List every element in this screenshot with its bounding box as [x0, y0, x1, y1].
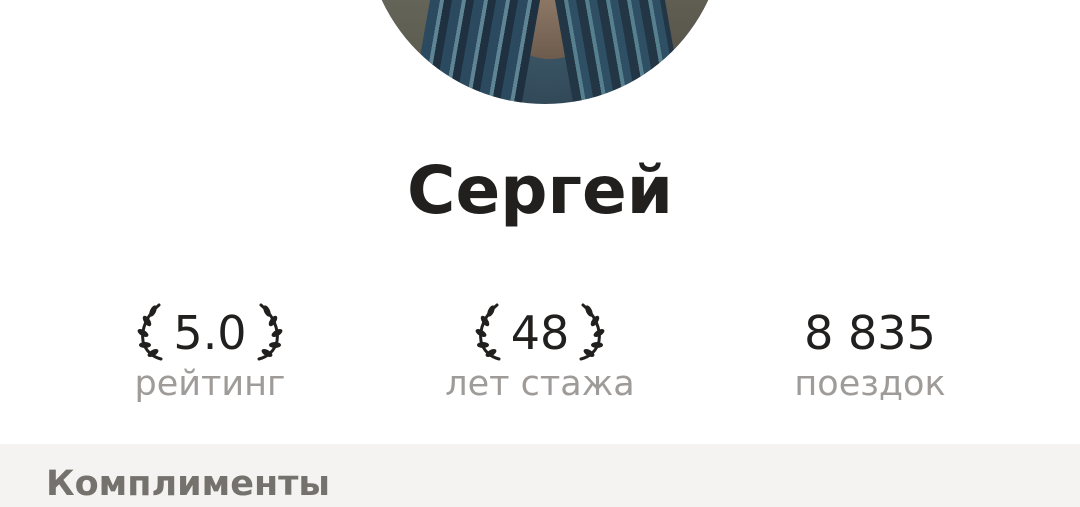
laurel-right-icon: [257, 303, 282, 361]
stat-experience: 48 лет стажа: [380, 290, 700, 404]
driver-avatar[interactable]: [365, 0, 725, 104]
laurel-right-icon: [579, 303, 605, 361]
stat-trips: 8 835 поездок: [710, 290, 1030, 404]
laurel-left-icon: [138, 303, 163, 361]
experience-label: лет стажа: [445, 364, 635, 404]
driver-name: Сергей: [407, 152, 673, 229]
trips-value: 8 835: [804, 306, 936, 360]
trips-label: поездок: [794, 364, 946, 404]
avatar-shirt-right: [553, 0, 687, 104]
rating-label: рейтинг: [134, 364, 286, 404]
experience-value: 48: [510, 306, 570, 360]
stat-rating: 5.0 рейтинг: [50, 290, 370, 404]
rating-value: 5.0: [173, 306, 247, 360]
compliments-title: Комплименты: [46, 464, 331, 504]
compliments-section: Комплименты: [0, 444, 1080, 507]
avatar-shirt-left: [408, 0, 542, 104]
laurel-left-icon: [475, 303, 501, 361]
